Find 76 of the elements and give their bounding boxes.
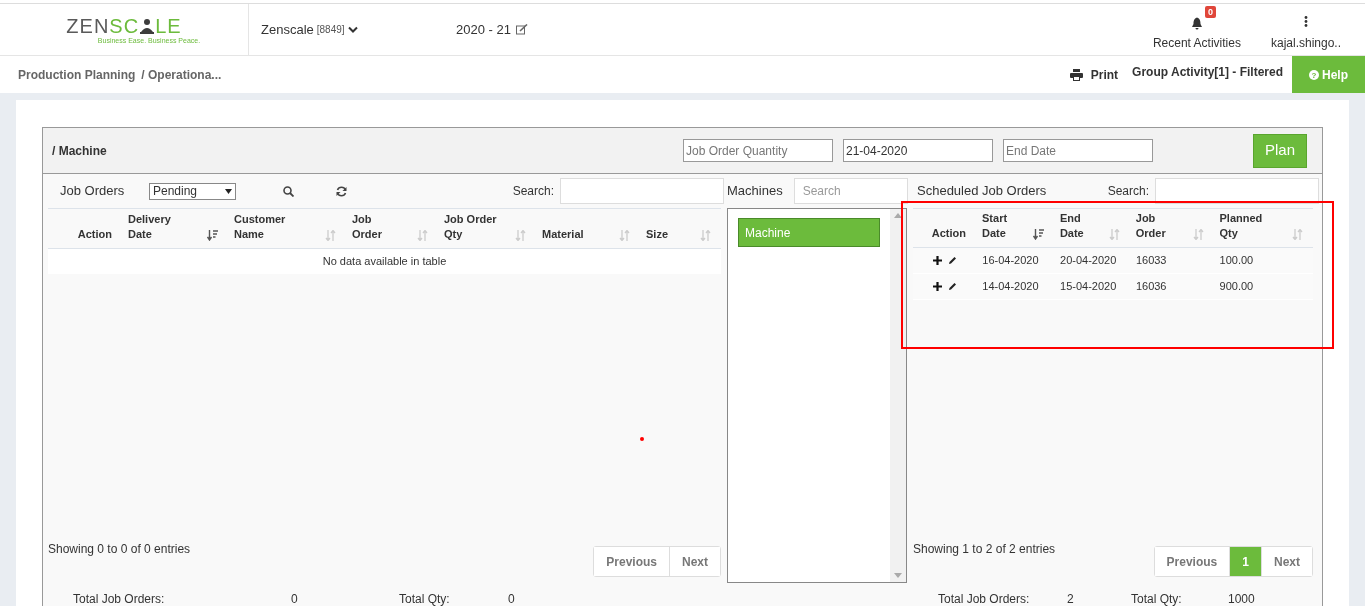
logo-text: ZENSC <box>66 15 140 36</box>
logo-text: LE <box>155 15 182 36</box>
more-vertical-icon <box>1303 15 1308 27</box>
sort-descending-icon[interactable] <box>207 230 218 241</box>
dropdown-arrow-icon <box>225 188 232 194</box>
page-title: / Machine <box>52 142 107 160</box>
column-header[interactable]: Delivery Date <box>122 209 228 248</box>
empty-table-message: No data available in table <box>48 249 721 274</box>
notification-count: 0 <box>1204 6 1216 18</box>
total-label: Total Qty: <box>1131 592 1183 606</box>
scrollbar[interactable] <box>890 209 906 582</box>
search-label: Search: <box>1107 183 1149 200</box>
column-header[interactable]: Job Order <box>346 209 438 248</box>
table-cell-text: 16036 <box>1134 279 1168 295</box>
plus-icon[interactable] <box>933 256 942 265</box>
company-dropdown[interactable]: Zenscale [8849] <box>261 19 358 40</box>
scroll-down-icon[interactable] <box>894 573 902 578</box>
input-field[interactable]: End Date <box>1003 139 1153 162</box>
table-cell-text: 900.00 <box>1218 279 1255 295</box>
column-header[interactable]: Customer Name <box>228 209 346 248</box>
column-header[interactable]: Job Order <box>1129 209 1214 247</box>
pencil-icon[interactable] <box>948 256 957 265</box>
fiscal-year: 2020 - 21 <box>456 20 511 39</box>
edit-icon[interactable] <box>515 24 528 35</box>
chevron-down-icon <box>347 25 358 34</box>
table-info: Showing 0 to 0 of 0 entries <box>48 541 191 558</box>
column-header[interactable]: Material <box>536 209 640 248</box>
table-info: Showing 1 to 2 of 2 entries <box>913 541 1056 558</box>
column-header[interactable]: End Date <box>1053 209 1130 247</box>
column-header[interactable]: Start Date <box>976 209 1054 247</box>
pencil-icon[interactable] <box>948 282 957 291</box>
input-field[interactable]: Job Order Quantity <box>683 139 833 162</box>
column-header[interactable]: Size <box>640 209 721 248</box>
total-label: Total Job Orders: <box>938 592 1031 606</box>
print-button[interactable]: Print <box>1069 56 1119 93</box>
table-cell-text: 15-04-2020 <box>1059 279 1118 295</box>
table-cell-text: 20-04-2020 <box>1059 253 1118 269</box>
table-cell-text: 100.00 <box>1218 253 1255 269</box>
printer-icon <box>1069 68 1083 81</box>
search-field[interactable] <box>560 178 724 204</box>
scroll-up-icon[interactable] <box>894 213 902 218</box>
column-header[interactable]: Planned Qty <box>1213 209 1313 247</box>
table-cell-text: 16-04-2020 <box>981 253 1040 269</box>
pagination-button[interactable]: Next <box>669 547 720 576</box>
column-header[interactable]: Job Order Qty <box>438 209 536 248</box>
table-cell-text: 14-04-2020 <box>981 279 1040 295</box>
total-value: 2 <box>1067 592 1075 606</box>
total-value: 0 <box>508 592 516 606</box>
total-label: Total Job Orders: <box>73 592 166 606</box>
logo-figure-icon <box>140 17 155 34</box>
input-field[interactable]: 21-04-2020 <box>843 139 993 162</box>
total-value: 1000 <box>1228 592 1256 606</box>
total-value: 0 <box>291 592 299 606</box>
table-cell-text: 16033 <box>1134 253 1168 269</box>
refresh-icon[interactable] <box>336 185 347 197</box>
status-dropdown[interactable]: Pending <box>149 182 236 200</box>
group-activity-label: Group Activity[1] - Filtered <box>1132 63 1283 81</box>
search-label: Search: <box>512 183 554 200</box>
breadcrumb-link[interactable]: Production Planning <box>18 65 136 84</box>
search-field[interactable]: Search <box>793 178 908 204</box>
total-label: Total Qty: <box>399 592 451 606</box>
help-icon: ? <box>1309 69 1319 80</box>
search-field[interactable] <box>1155 178 1319 204</box>
search-icon[interactable] <box>283 185 294 197</box>
column-header[interactable]: Action <box>48 209 122 248</box>
recent-activities-button[interactable]: Recent Activities 0 <box>1152 4 1241 55</box>
pagination-button[interactable]: Next <box>1261 547 1312 576</box>
column-header[interactable]: Action <box>913 209 977 247</box>
section-title: Machines <box>727 182 783 201</box>
section-title: Scheduled Job Orders <box>917 182 1047 201</box>
user-menu[interactable]: kajal.shingo.. <box>1270 4 1341 55</box>
breadcrumb-link[interactable]: / Operationa... <box>141 65 222 84</box>
section-title: Job Orders <box>60 182 126 201</box>
plus-icon[interactable] <box>933 282 942 291</box>
sort-descending-icon[interactable] <box>1032 229 1044 240</box>
bell-icon <box>1190 17 1203 30</box>
